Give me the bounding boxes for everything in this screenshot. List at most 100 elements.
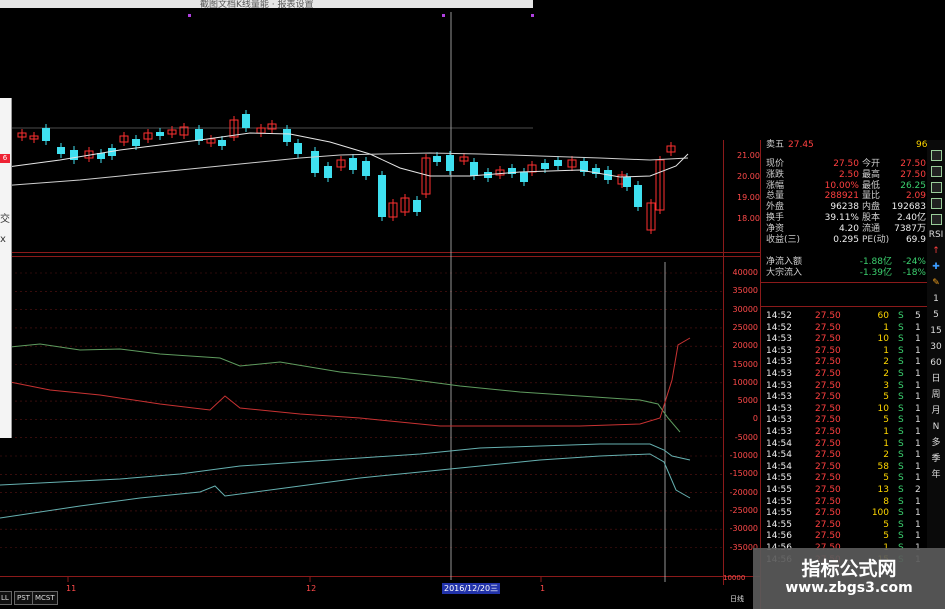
many[interactable]: 多 — [927, 436, 945, 450]
ask5-label: 卖五 — [766, 140, 785, 150]
watermark-url: www.zbgs3.com — [785, 580, 913, 596]
flow-tick-label: 15000 — [732, 359, 758, 369]
quote-value: 39.11% — [824, 213, 859, 223]
tick-row[interactable]: 14:53 27.50 3 S 1 — [763, 381, 926, 393]
tick-price: 27.50 — [815, 311, 841, 321]
flow-tick-label: 0 — [752, 414, 758, 424]
tick-row[interactable]: 14:54 27.50 2 S 1 — [763, 450, 926, 462]
period-60[interactable]: 60 — [927, 356, 945, 370]
chart-icon[interactable] — [927, 180, 945, 194]
period-5[interactable]: 5 — [927, 308, 945, 322]
tick-row[interactable]: 14:53 27.50 2 S 1 — [763, 357, 926, 369]
period-30[interactable]: 30 — [927, 340, 945, 354]
tick-price: 27.50 — [815, 450, 841, 461]
quote-value: 2.40亿 — [896, 213, 926, 223]
tick-row[interactable]: 14:53 27.50 10 S 1 — [763, 334, 926, 346]
quote-label: 涨跌 — [766, 169, 785, 180]
quote-row-ask5: 卖五 27.45 96 — [766, 140, 927, 151]
tick-row[interactable]: 14:53 27.50 1 S 1 — [763, 427, 926, 439]
tick-row[interactable]: 14:55 27.50 5 S 1 — [763, 520, 926, 532]
tick-price: 27.50 — [815, 496, 841, 507]
tick-time: 14:54 — [766, 461, 792, 472]
tick-price: 27.50 — [815, 345, 841, 356]
quote-value: 2.09 — [905, 191, 926, 202]
year[interactable]: 年 — [927, 468, 945, 482]
tick-side: S — [898, 311, 904, 321]
tick-volume: 10 — [877, 334, 889, 345]
tick-price: 27.50 — [815, 461, 841, 472]
flow-label: 净流入额 — [766, 257, 803, 267]
pencil-icon[interactable]: ✎ — [927, 276, 945, 290]
tick-price: 27.50 — [815, 438, 841, 449]
cross-icon[interactable]: ✚ — [927, 260, 945, 274]
cyan-flow-line — [0, 443, 691, 486]
tick-price: 27.50 — [815, 531, 841, 542]
green-flow-line — [0, 343, 681, 433]
tick-row[interactable]: 14:55 27.50 8 S 1 — [763, 497, 926, 509]
rsi-icon[interactable]: RSI — [927, 228, 945, 242]
tick-row[interactable]: 14:53 27.50 5 S 1 — [763, 392, 926, 404]
flow-icon[interactable] — [927, 164, 945, 178]
tick-row[interactable]: 14:53 27.50 10 S 1 — [763, 404, 926, 416]
quote-label: 涨幅 — [766, 180, 785, 191]
tab-pst[interactable]: PST — [14, 591, 33, 605]
tick-time: 14:53 — [766, 392, 792, 403]
day[interactable]: 日 — [927, 372, 945, 386]
period-15[interactable]: 15 — [927, 324, 945, 338]
tab-ll[interactable]: LL — [0, 591, 12, 605]
tick-count: 1 — [915, 519, 921, 530]
tick-row[interactable]: 14:53 27.50 1 S 1 — [763, 346, 926, 358]
quote-value: 26.25 — [900, 180, 926, 191]
tick-row[interactable]: 14:54 27.50 58 S 1 — [763, 462, 926, 474]
tick-time: 14:54 — [766, 438, 792, 449]
tick-row[interactable]: 14:52 27.50 1 S 1 — [763, 323, 926, 335]
tick-time: 14:55 — [766, 485, 792, 495]
candle-body — [554, 160, 562, 166]
tick-time: 14:53 — [766, 403, 792, 414]
list-icon[interactable] — [927, 212, 945, 226]
left-popup-panel[interactable]: 6 交 x — [0, 98, 12, 438]
tick-row[interactable]: 14:55 27.50 13 S 2 — [763, 485, 926, 497]
tick-price: 27.50 — [815, 473, 841, 484]
price-tick-label: 18.00 — [737, 214, 760, 223]
tick-row[interactable]: 14:54 27.50 1 S 1 — [763, 439, 926, 451]
flow-tick-label: -10000 — [729, 451, 758, 460]
up-icon[interactable]: ↑ — [927, 244, 945, 258]
tick-volume: 10 — [877, 403, 889, 414]
kline-icon[interactable] — [927, 148, 945, 162]
money-flow-row: 净流入额 -1.88亿 -24% — [766, 257, 926, 268]
tick-volume: 1 — [883, 345, 889, 356]
tick-row[interactable]: 14:56 27.50 5 S 1 — [763, 531, 926, 543]
tick-time: 14:55 — [766, 496, 792, 507]
tick-row[interactable]: 14:55 27.50 100 S 1 — [763, 508, 926, 520]
tab-mcst[interactable]: MCST — [32, 591, 58, 605]
candle-body — [520, 172, 528, 182]
flow-tick-label: -5000 — [734, 432, 758, 442]
season[interactable]: 季 — [927, 452, 945, 466]
multi[interactable]: N — [927, 420, 945, 434]
tick-row[interactable]: 14:53 27.50 5 S 1 — [763, 415, 926, 427]
tick-side: S — [898, 473, 904, 484]
period-label: 日线 — [730, 595, 744, 603]
tick-time: 14:56 — [766, 531, 792, 542]
quote-value: 27.50 — [900, 159, 926, 169]
badge-icon[interactable]: 6 — [0, 154, 10, 163]
month[interactable]: 月 — [927, 404, 945, 418]
quote-value: 4.20 — [838, 223, 859, 234]
week[interactable]: 周 — [927, 388, 945, 402]
tick-row[interactable]: 14:53 27.50 2 S 1 — [763, 369, 926, 381]
panel-divider — [0, 256, 760, 257]
bar-icon[interactable] — [927, 196, 945, 210]
panel-divider — [760, 140, 761, 609]
tick-count: 1 — [915, 496, 921, 507]
tick-volume: 5 — [883, 531, 889, 542]
tick-row[interactable]: 14:55 27.50 5 S 1 — [763, 473, 926, 485]
money-flow-row: 大宗流入 -1.39亿 -18% — [766, 268, 926, 279]
period-1[interactable]: 1 — [927, 292, 945, 306]
tick-row[interactable]: 14:52 27.50 60 S 5 — [763, 311, 926, 323]
quote-label: 现价 — [766, 159, 785, 169]
tick-volume: 2 — [883, 369, 889, 379]
tick-side: S — [898, 508, 904, 519]
tick-time: 14:52 — [766, 322, 792, 333]
tick-side: S — [898, 415, 904, 426]
